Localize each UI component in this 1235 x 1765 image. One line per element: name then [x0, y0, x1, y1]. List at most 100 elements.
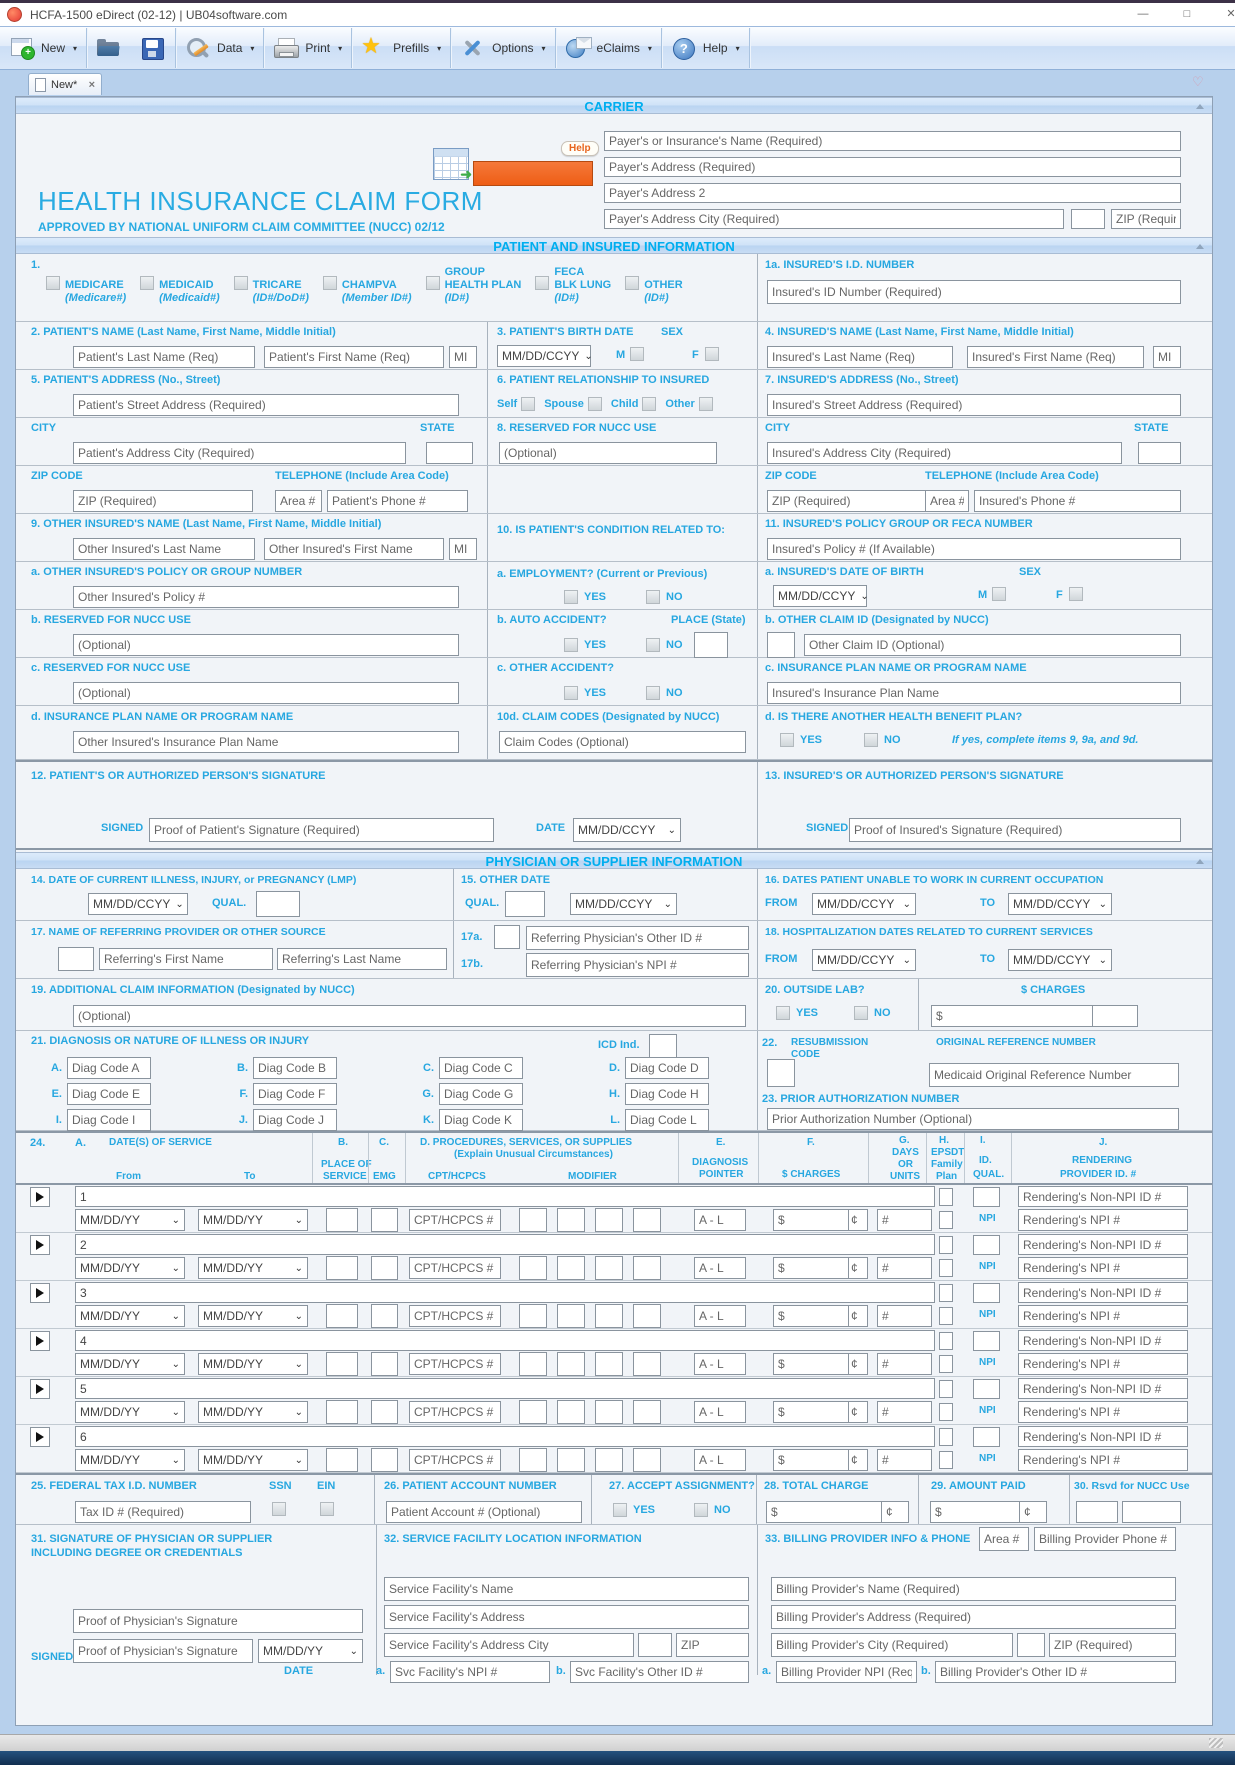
- collapse-arrow-icon[interactable]: [1196, 859, 1204, 864]
- patient-last-name-input[interactable]: [73, 346, 255, 368]
- billing-other-id-input[interactable]: [935, 1661, 1176, 1683]
- service-to-date-select[interactable]: MM/DD/YY: [198, 1305, 308, 1327]
- modifier-input-1[interactable]: [519, 1352, 547, 1376]
- physician-signature-input[interactable]: [73, 1609, 363, 1633]
- supplemental-epsdt-input[interactable]: [939, 1284, 953, 1302]
- help-button[interactable]: ? Help ▾: [662, 28, 749, 68]
- cpt-hcpcs-input[interactable]: [409, 1209, 501, 1231]
- other-accident-yes-checkbox[interactable]: [564, 686, 578, 700]
- modifier-input-3[interactable]: [595, 1400, 623, 1424]
- billing-npi-input[interactable]: [776, 1661, 917, 1683]
- modifier-input-2[interactable]: [557, 1400, 585, 1424]
- outside-lab-charges-input[interactable]: [931, 1005, 1093, 1027]
- service-to-date-select[interactable]: MM/DD/YY: [198, 1449, 308, 1471]
- insurance-type-checkbox[interactable]: [140, 276, 154, 290]
- facility-state-input[interactable]: [638, 1633, 672, 1657]
- modifier-input-3[interactable]: [595, 1208, 623, 1232]
- emg-input[interactable]: [371, 1208, 398, 1232]
- rendering-non-npi-input[interactable]: [1018, 1282, 1188, 1303]
- cpt-hcpcs-input[interactable]: [409, 1305, 501, 1327]
- charges-input[interactable]: [773, 1449, 849, 1471]
- charges-cents-input[interactable]: [848, 1209, 868, 1231]
- service-to-date-select[interactable]: MM/DD/YY: [198, 1401, 308, 1423]
- collapse-arrow-icon[interactable]: [1196, 244, 1204, 249]
- insured-birthdate-select[interactable]: MM/DD/CCYY: [773, 585, 867, 607]
- rendering-non-npi-input[interactable]: [1018, 1378, 1188, 1399]
- patient-state-input[interactable]: [426, 442, 473, 464]
- supplemental-epsdt-input[interactable]: [939, 1380, 953, 1398]
- modifier-input-3[interactable]: [595, 1352, 623, 1376]
- epsdt-plan-input[interactable]: [939, 1211, 953, 1229]
- insured-mi-input[interactable]: [1153, 346, 1181, 368]
- patient-zip-input[interactable]: [73, 490, 253, 512]
- modifier-input-2[interactable]: [557, 1448, 585, 1472]
- dropdown-caret-icon[interactable]: ▾: [437, 44, 441, 53]
- charges-input[interactable]: [773, 1257, 849, 1279]
- dropdown-caret-icon[interactable]: ▾: [648, 44, 652, 53]
- outside-lab-no-checkbox[interactable]: [854, 1006, 868, 1020]
- diagnosis-code-input[interactable]: [625, 1109, 709, 1131]
- diagnosis-code-input[interactable]: [253, 1057, 337, 1079]
- epsdt-plan-input[interactable]: [939, 1451, 953, 1469]
- collapse-arrow-icon[interactable]: [1196, 104, 1204, 109]
- spreadsheet-export-icon[interactable]: ➜: [433, 148, 469, 180]
- patient-sex-female-checkbox[interactable]: [705, 347, 719, 361]
- charges-input[interactable]: [773, 1401, 849, 1423]
- rendering-npi-input[interactable]: [1018, 1449, 1188, 1471]
- diagnosis-pointer-input[interactable]: [694, 1401, 746, 1423]
- service-to-date-select[interactable]: MM/DD/YY: [198, 1209, 308, 1231]
- diagnosis-pointer-input[interactable]: [694, 1257, 746, 1279]
- ssn-checkbox[interactable]: [272, 1502, 286, 1516]
- claim-codes-input[interactable]: [499, 731, 746, 753]
- diagnosis-code-input[interactable]: [439, 1083, 523, 1105]
- service-line-number-input[interactable]: [75, 1426, 935, 1447]
- other-date-select[interactable]: MM/DD/CCYY: [570, 893, 677, 915]
- cpt-hcpcs-input[interactable]: [409, 1353, 501, 1375]
- supplemental-qual-input[interactable]: [973, 1331, 1000, 1351]
- referring-last-name-input[interactable]: [277, 948, 447, 970]
- other-insured-policy-input[interactable]: [73, 586, 459, 608]
- supplemental-epsdt-input[interactable]: [939, 1188, 953, 1206]
- place-of-service-input[interactable]: [326, 1352, 358, 1376]
- rendering-npi-input[interactable]: [1018, 1401, 1188, 1423]
- patient-signature-date-select[interactable]: MM/DD/CCYY: [573, 818, 681, 842]
- billing-name-input[interactable]: [771, 1577, 1176, 1601]
- insurance-type-checkbox[interactable]: [234, 276, 248, 290]
- other-benefit-plan-no-checkbox[interactable]: [864, 733, 878, 747]
- additional-claim-info-input[interactable]: [73, 1005, 746, 1027]
- referring-qualifier-input[interactable]: [58, 947, 94, 971]
- service-to-date-select[interactable]: MM/DD/YY: [198, 1353, 308, 1375]
- modifier-input-1[interactable]: [519, 1256, 547, 1280]
- patient-area-code-input[interactable]: [275, 490, 322, 512]
- service-from-date-select[interactable]: MM/DD/YY: [75, 1257, 185, 1279]
- outside-lab-cents-input[interactable]: [1092, 1005, 1138, 1027]
- other-accident-no-checkbox[interactable]: [646, 686, 660, 700]
- other-benefit-plan-yes-checkbox[interactable]: [780, 733, 794, 747]
- charges-cents-input[interactable]: [848, 1401, 868, 1423]
- service-line-number-input[interactable]: [75, 1330, 935, 1351]
- supplemental-qual-input[interactable]: [973, 1379, 1000, 1399]
- payer-city-input[interactable]: [604, 209, 1064, 229]
- diagnosis-pointer-input[interactable]: [694, 1305, 746, 1327]
- modifier-input-4[interactable]: [633, 1448, 661, 1472]
- resize-grip[interactable]: [1209, 1738, 1223, 1748]
- insured-city-input[interactable]: [767, 442, 1122, 464]
- insurance-type-checkbox[interactable]: [323, 276, 337, 290]
- accident-place-state-input[interactable]: [694, 632, 728, 658]
- unable-work-from-select[interactable]: MM/DD/CCYY: [812, 893, 916, 915]
- rsvd-nucc-input-2[interactable]: [1122, 1501, 1181, 1523]
- modifier-input-4[interactable]: [633, 1256, 661, 1280]
- service-from-date-select[interactable]: MM/DD/YY: [75, 1305, 185, 1327]
- charges-input[interactable]: [773, 1305, 849, 1327]
- modifier-input-4[interactable]: [633, 1208, 661, 1232]
- place-of-service-input[interactable]: [326, 1304, 358, 1328]
- modifier-input-2[interactable]: [557, 1352, 585, 1376]
- insured-sex-male-checkbox[interactable]: [992, 587, 1006, 601]
- service-from-date-select[interactable]: MM/DD/YY: [75, 1401, 185, 1423]
- rendering-npi-input[interactable]: [1018, 1257, 1188, 1279]
- dropdown-caret-icon[interactable]: ▾: [542, 44, 546, 53]
- other-claim-id-qualifier-input[interactable]: [767, 632, 795, 658]
- diagnosis-code-input[interactable]: [67, 1109, 151, 1131]
- other-insured-first-name-input[interactable]: [264, 538, 444, 560]
- place-of-service-input[interactable]: [326, 1208, 358, 1232]
